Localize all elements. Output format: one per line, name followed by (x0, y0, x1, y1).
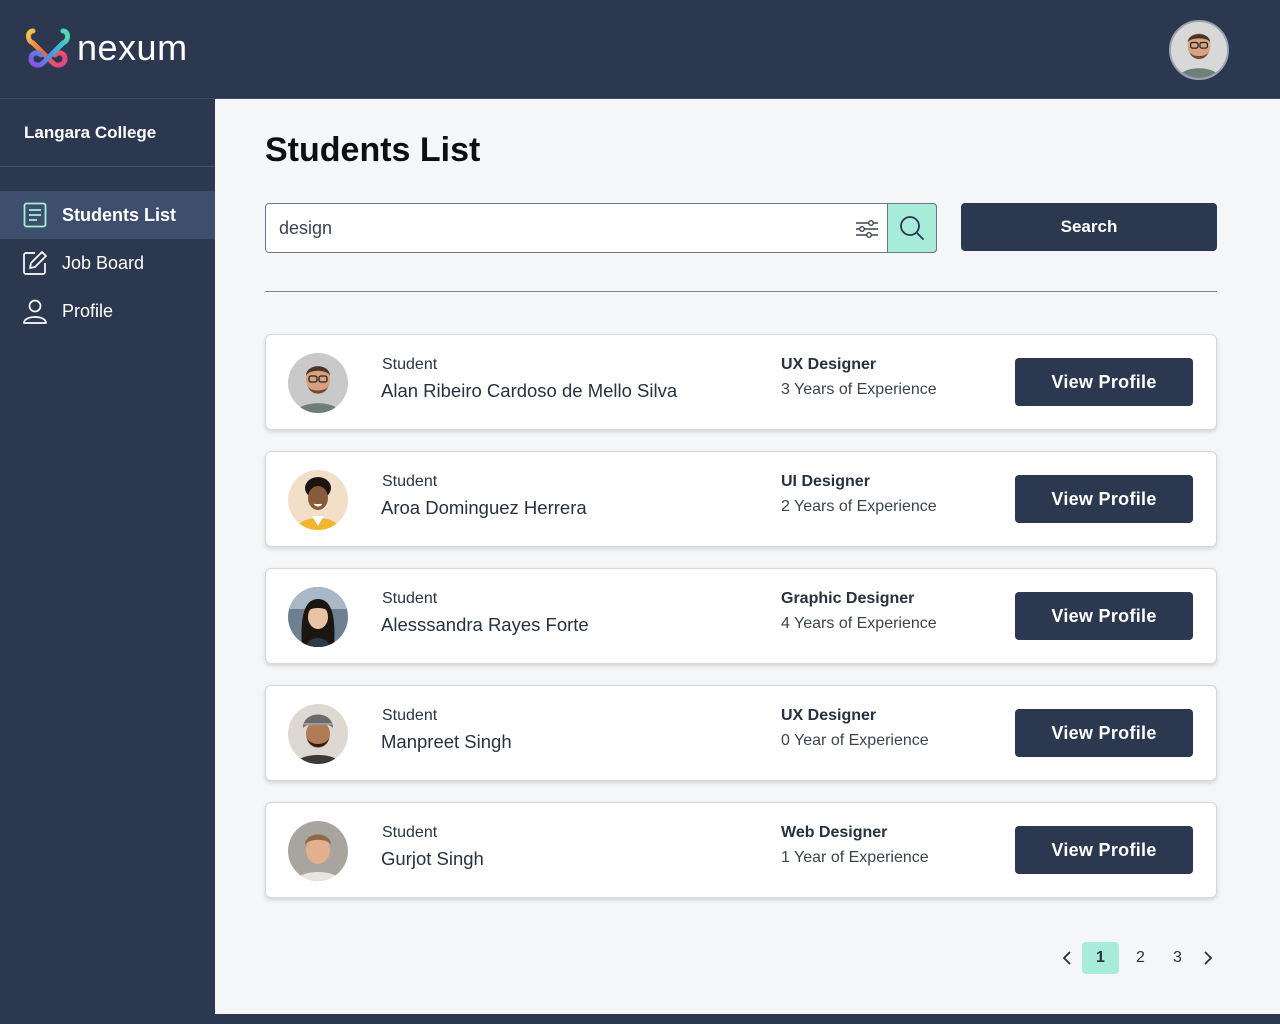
search-icon[interactable] (887, 203, 937, 253)
student-name: Aroa Dominguez Herrera (381, 497, 587, 518)
sidebar-item-students-list[interactable]: Students List (0, 191, 215, 239)
view-profile-button[interactable]: View Profile (1015, 709, 1193, 757)
page-button[interactable]: 3 (1159, 942, 1196, 974)
student-name: Manpreet Singh (381, 731, 512, 752)
view-profile-button[interactable]: View Profile (1015, 475, 1193, 523)
chevron-left-icon[interactable] (1055, 942, 1079, 974)
logo[interactable]: nexum (25, 25, 188, 71)
experience: 4 Years of Experience (781, 615, 937, 632)
role-label: Student (382, 824, 438, 841)
chevron-right-icon[interactable] (1196, 942, 1220, 974)
students-list: Student Alan Ribeiro Cardoso de Mello Si… (265, 334, 1217, 919)
sidebar-item-label: Profile (62, 300, 114, 321)
sidebar-nav: Students List Job Board Profile (0, 191, 215, 335)
role-label: Student (382, 356, 438, 373)
student-card: Student Manpreet Singh UX Designer 0 Yea… (265, 685, 1217, 781)
page-title: Students List (265, 131, 481, 169)
student-avatar (288, 821, 348, 881)
job-title: UI Designer (781, 473, 870, 490)
sidebar: Langara College Students List Job Board (0, 99, 215, 1014)
view-profile-button[interactable]: View Profile (1015, 826, 1193, 874)
job-title: UX Designer (781, 356, 877, 373)
student-card: Student Aroa Dominguez Herrera UI Design… (265, 451, 1217, 547)
pagination: 1 2 3 (1055, 942, 1220, 974)
view-profile-button[interactable]: View Profile (1015, 592, 1193, 640)
search-box (265, 203, 937, 253)
user-avatar[interactable] (1169, 20, 1229, 80)
student-avatar (288, 704, 348, 764)
sidebar-item-job-board[interactable]: Job Board (0, 239, 215, 287)
student-name: Gurjot Singh (381, 848, 484, 869)
user-icon (22, 298, 48, 324)
student-avatar (288, 353, 348, 413)
view-profile-button[interactable]: View Profile (1015, 358, 1193, 406)
experience: 1 Year of Experience (781, 849, 929, 866)
user-avatar-image (1171, 22, 1227, 78)
student-card: Student Gurjot Singh Web Designer 1 Year… (265, 802, 1217, 898)
role-label: Student (382, 707, 438, 724)
job-title: UX Designer (781, 707, 877, 724)
role-label: Student (382, 473, 438, 490)
organization-name: Langara College (0, 99, 215, 167)
page-button[interactable]: 2 (1122, 942, 1159, 974)
experience: 0 Year of Experience (781, 732, 929, 749)
filter-icon[interactable] (854, 216, 880, 242)
main-content: Students List Search (215, 99, 1280, 1014)
top-bar: nexum (0, 0, 1280, 99)
job-title: Web Designer (781, 824, 888, 841)
student-card: Student Alesssandra Rayes Forte Graphic … (265, 568, 1217, 664)
search-input[interactable] (266, 204, 826, 252)
role-label: Student (382, 590, 438, 607)
search-button[interactable]: Search (961, 203, 1217, 251)
student-name: Alan Ribeiro Cardoso de Mello Silva (381, 380, 678, 401)
list-icon (22, 202, 48, 228)
page-button[interactable]: 1 (1082, 942, 1119, 974)
sidebar-item-profile[interactable]: Profile (0, 287, 215, 335)
edit-icon (22, 250, 48, 276)
experience: 2 Years of Experience (781, 498, 937, 515)
student-name: Alesssandra Rayes Forte (381, 614, 589, 635)
experience: 3 Years of Experience (781, 381, 937, 398)
sidebar-item-label: Job Board (62, 252, 145, 273)
job-title: Graphic Designer (781, 590, 915, 607)
brand-name: nexum (77, 27, 188, 68)
nexum-logo-icon (26, 28, 70, 68)
sidebar-item-label: Students List (62, 204, 177, 225)
student-avatar (288, 587, 348, 647)
divider (265, 291, 1217, 292)
student-card: Student Alan Ribeiro Cardoso de Mello Si… (265, 334, 1217, 430)
student-avatar (288, 470, 348, 530)
